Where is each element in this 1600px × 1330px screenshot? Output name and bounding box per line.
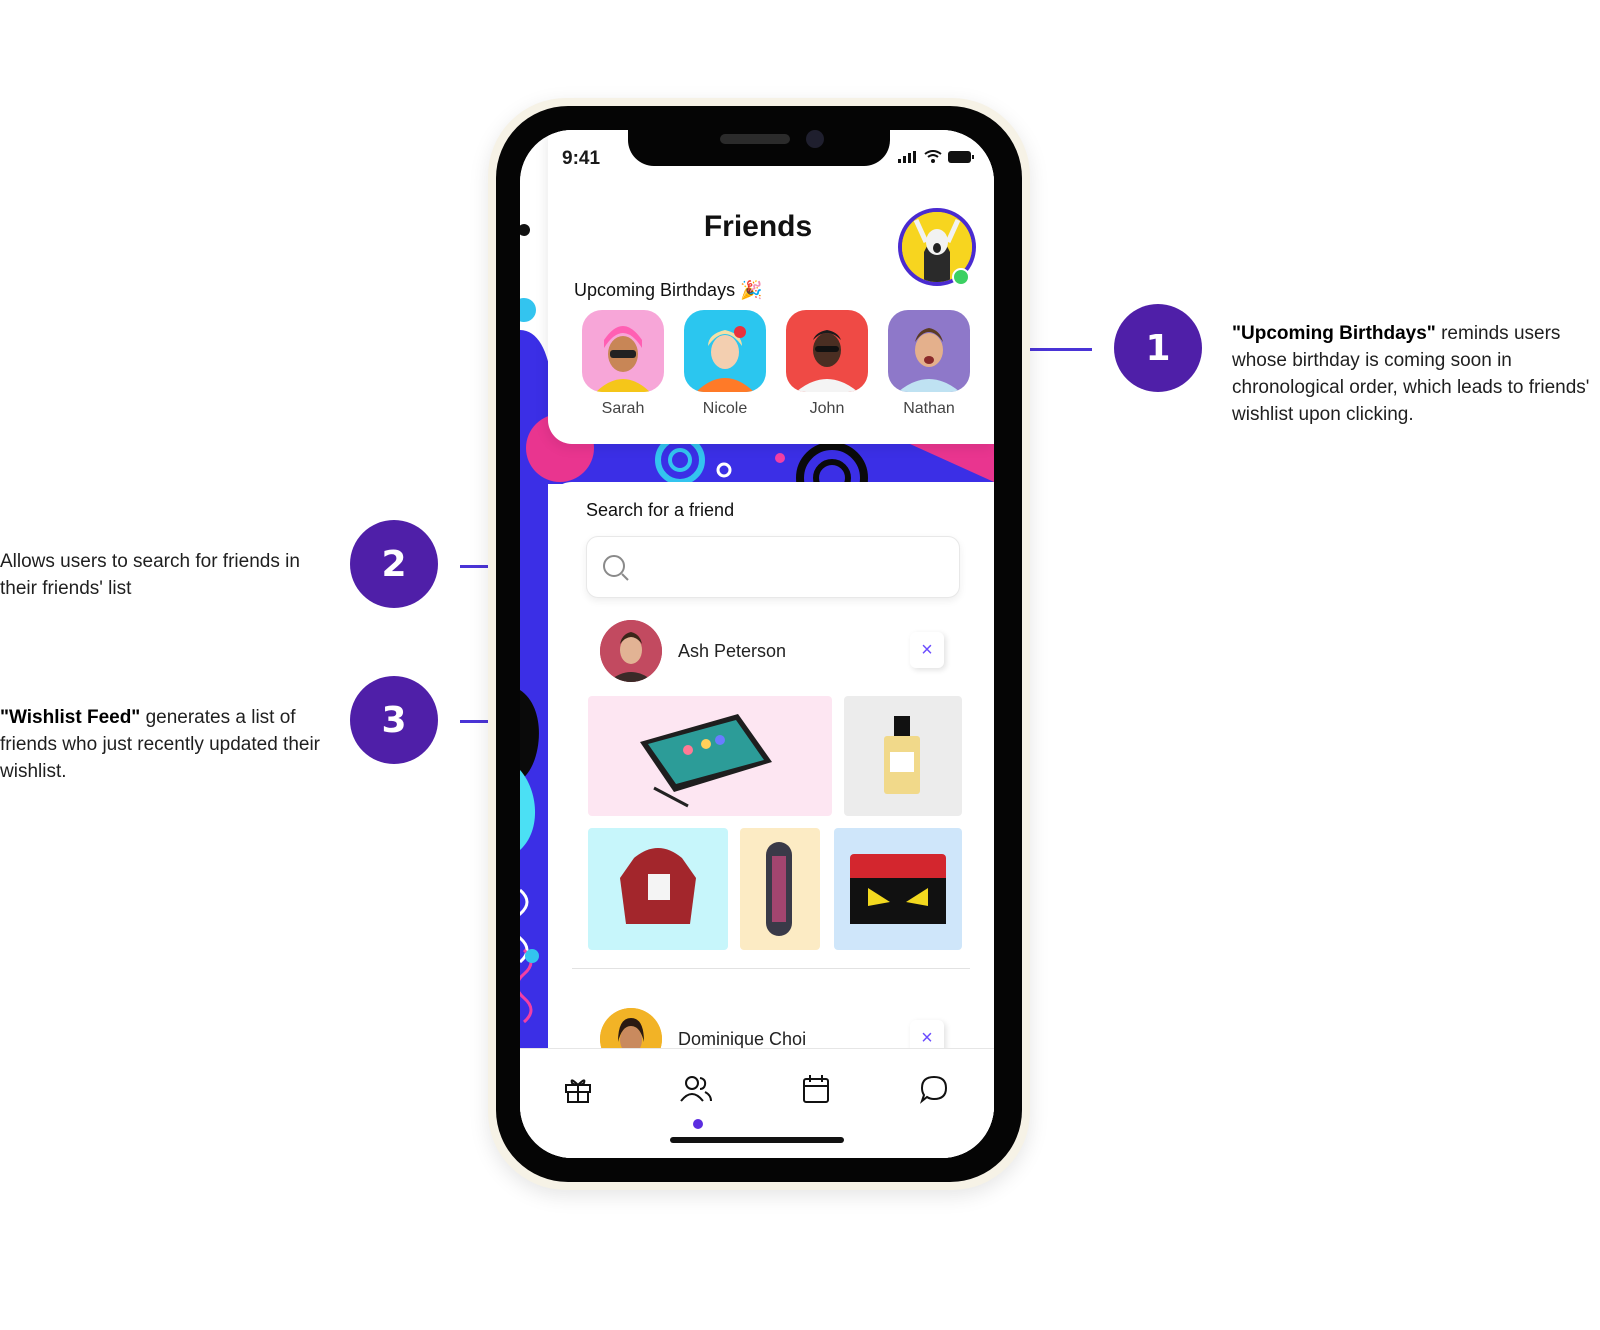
home-indicator[interactable] xyxy=(670,1137,844,1143)
status-icons xyxy=(898,150,974,163)
hoodie-image xyxy=(620,848,696,924)
birthdays-title: Upcoming Birthdays 🎉 xyxy=(574,280,763,301)
friends-icon xyxy=(680,1076,712,1102)
close-icon: × xyxy=(921,638,933,661)
remove-feed-item-button[interactable]: × xyxy=(910,632,944,668)
feed-user-name: Ash Peterson xyxy=(678,640,787,661)
birthday-avatar xyxy=(786,310,868,392)
callout-3-badge: 3 xyxy=(350,676,438,764)
drawing-tablet-image xyxy=(640,714,772,808)
callout-2-number: 2 xyxy=(381,543,407,585)
chat-icon xyxy=(919,1075,948,1104)
feed-user-ash-peterson[interactable]: Ash Peterson xyxy=(600,620,786,682)
birthday-name: Nathan xyxy=(903,400,955,417)
bottom-tab-bar xyxy=(520,1048,994,1158)
callout-1-bold: "Upcoming Birthdays" xyxy=(1232,323,1436,344)
birthday-avatar xyxy=(888,310,970,392)
birthdays-title-text: Upcoming Birthdays xyxy=(574,280,736,300)
callout-1-number: 1 xyxy=(1145,327,1171,369)
callout-2-text: Allows users to search for friends in th… xyxy=(0,548,330,602)
feed-user-name: Dominique Choi xyxy=(678,1028,807,1049)
speaker-grille xyxy=(720,134,790,144)
battery-icon xyxy=(948,150,974,163)
signal-icon xyxy=(898,150,916,163)
birthday-item-nicole[interactable]: Nicole xyxy=(684,310,766,418)
birthday-item-john[interactable]: John xyxy=(786,310,868,418)
callout-2-body: Allows users to search for friends in th… xyxy=(0,551,300,599)
callout-3-number: 3 xyxy=(381,699,407,741)
active-tab-indicator xyxy=(693,1119,703,1129)
tab-gifts[interactable] xyxy=(558,1069,598,1109)
status-time: 9:41 xyxy=(562,148,601,169)
tab-friends[interactable] xyxy=(676,1069,716,1109)
birthday-name: Nicole xyxy=(702,400,748,417)
tab-calendar[interactable] xyxy=(796,1069,836,1109)
birthday-avatar xyxy=(582,310,664,392)
app-screen: Friends Upcoming Birthdays 🎉 Sarah Nicol… xyxy=(520,130,994,1158)
search-label: Search for a friend xyxy=(586,500,735,520)
online-status-dot xyxy=(952,268,970,286)
birthdays-card: Friends Upcoming Birthdays 🎉 Sarah Nicol… xyxy=(548,130,994,444)
gift-icon xyxy=(565,1079,591,1103)
wishlist-item-skateboard[interactable] xyxy=(740,828,820,950)
callout-1-badge: 1 xyxy=(1114,304,1202,392)
wishlist-item-hoodie[interactable] xyxy=(588,828,728,950)
birthday-avatar xyxy=(684,310,766,392)
perfume-bottle-image xyxy=(884,716,920,794)
birthday-item-nathan[interactable]: Nathan xyxy=(888,310,970,418)
wishlist-item-tablet[interactable] xyxy=(588,696,832,816)
skateboard-image xyxy=(766,842,792,936)
feed-user-avatar xyxy=(600,620,662,682)
search-input[interactable] xyxy=(586,536,960,598)
birthdays-list: Sarah Nicole John Nathan xyxy=(582,310,970,418)
wishlist-item-card-holder[interactable] xyxy=(834,828,962,950)
birthday-item-sarah[interactable]: Sarah xyxy=(582,310,664,418)
front-camera xyxy=(806,130,824,148)
callout-2-badge: 2 xyxy=(350,520,438,608)
search-icon xyxy=(603,555,629,581)
birthday-name: John xyxy=(809,400,845,417)
callout-3-text: "Wishlist Feed" generates a list of frie… xyxy=(0,704,320,785)
feed-divider xyxy=(572,968,970,969)
party-popper-icon: 🎉 xyxy=(740,280,763,300)
birthday-name: Sarah xyxy=(601,400,645,417)
tab-messages[interactable] xyxy=(914,1069,954,1109)
wifi-icon xyxy=(924,150,942,163)
calendar-icon xyxy=(803,1075,829,1103)
wishlist-item-perfume[interactable] xyxy=(844,696,962,816)
callout-1-text: "Upcoming Birthdays" reminds users whose… xyxy=(1232,320,1594,428)
close-icon: × xyxy=(921,1026,933,1049)
phone-notch xyxy=(628,130,890,166)
callout-3-bold: "Wishlist Feed" xyxy=(0,707,141,728)
card-holder-image xyxy=(850,854,946,924)
